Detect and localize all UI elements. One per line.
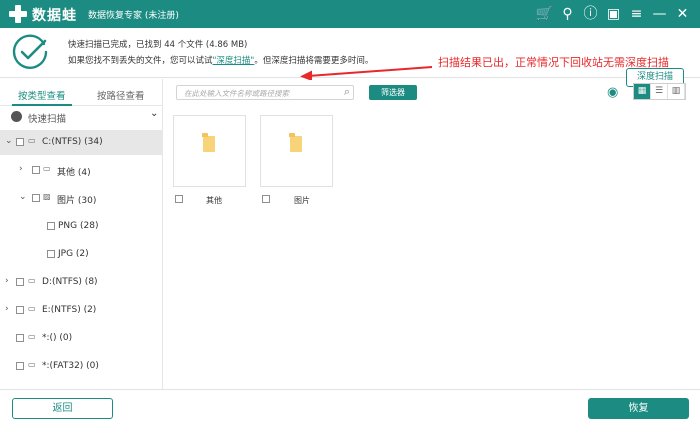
minimize-icon[interactable]: — [648,4,671,24]
chevron-right-icon[interactable]: › [5,276,9,286]
tree-item[interactable]: JPG (2) [0,242,163,267]
scan-summary: 快速扫描已完成，已找到 44 个文件 (4.86 MB) 如果您找不到丢失的文件… [0,28,700,87]
app-logo-icon [8,4,28,24]
restore-button[interactable]: 恢复 [588,398,689,419]
save-icon[interactable]: ▣ [602,4,625,24]
tree-item-label: D:(NTFS) (8) [42,277,98,287]
tree-item-label: *:(FAT32) (0) [42,361,99,371]
tree-item[interactable]: ▭ *:() (0) [0,326,163,351]
preview-eye-icon[interactable]: ◉ [607,85,618,100]
chevron-right-icon[interactable]: › [5,304,9,314]
file-grid: 其他 图片 [163,109,700,389]
folder-icon [202,133,215,152]
cart-icon[interactable]: 🛒 [533,4,556,24]
tree-checkbox[interactable] [16,306,24,314]
drive-icon: ▭ [28,276,36,285]
tree-item-label: C:(NTFS) (34) [42,137,103,147]
tree-checkbox[interactable] [16,362,24,370]
tree-checkbox[interactable] [32,166,40,174]
tree-item[interactable]: › ▭ D:(NTFS) (8) [0,270,163,295]
app-subtitle: 数据恢复专家 (未注册) [88,11,179,21]
file-checkbox[interactable] [175,195,183,203]
chevron-down-icon[interactable]: ⌄ [150,108,158,119]
tree-checkbox[interactable] [47,250,55,258]
scan-status-icon [11,111,22,122]
grid-view-icon[interactable]: ▦ [634,84,651,99]
scan-result-text: 快速扫描已完成，已找到 44 个文件 (4.86 MB) [68,40,248,50]
tree-checkbox[interactable] [32,194,40,202]
tab-by-type[interactable]: 按类型查看 [18,88,66,102]
file-thumbnail[interactable] [260,115,333,187]
tree-item-label: 图片 (30) [57,196,97,206]
tree-item-label: 其他 (4) [57,168,91,178]
tree-item-label: JPG (2) [58,249,89,259]
image-icon: ▨ [43,192,51,201]
tree-item-label: *:() (0) [42,333,73,343]
content-toolbar: 在此处输入文件名称或路径搜索 ⌕ 筛选器 ◉ ▦ ☰ ▥ [163,79,700,109]
filter-button[interactable]: 筛选器 [369,85,417,100]
footer-bar: 返回 恢复 [0,389,700,425]
file-thumbnail[interactable] [173,115,246,187]
back-button[interactable]: 返回 [12,398,113,419]
search-placeholder: 在此处输入文件名称或路径搜索 [184,89,289,98]
deep-scan-link[interactable]: "深度扫描" [213,56,255,66]
tree-item[interactable]: › ▭ 其他 (4) [0,158,163,183]
tree-checkbox[interactable] [16,278,24,286]
tree-checkbox[interactable] [16,138,24,146]
tab-by-path[interactable]: 按路径查看 [97,88,145,102]
search-icon[interactable]: ⌕ [344,85,350,99]
file-name: 图片 [294,196,310,205]
tree-item[interactable]: PNG (28) [0,214,163,239]
tree-item[interactable]: ▭ *:(FAT32) (0) [0,354,163,379]
search-input[interactable]: 在此处输入文件名称或路径搜索 ⌕ [176,85,354,100]
drive-icon: ▭ [28,332,36,341]
key-icon[interactable]: ⚲ [556,4,579,24]
list-view-icon[interactable]: ☰ [651,84,668,99]
chevron-down-icon[interactable]: ⌄ [19,192,27,202]
quick-scan-header[interactable]: 快速扫描 ⌄ [0,107,163,127]
close-icon[interactable]: ✕ [671,4,694,24]
tree-item[interactable]: ⌄ ▨ 图片 (30) [0,186,163,211]
menu-icon[interactable]: ≡ [625,4,648,24]
drive-icon: ▭ [28,136,36,145]
chevron-right-icon[interactable]: › [19,164,23,174]
sidebar-tabs: 按类型查看 按路径查看 [0,79,163,106]
folder-icon: ▭ [43,164,51,173]
chevron-down-icon[interactable]: ⌄ [5,136,13,146]
tree-item[interactable]: ⌄ ▭ C:(NTFS) (34) [0,130,163,155]
annotation-arrow-icon [300,66,433,80]
check-circle-icon [12,34,48,69]
active-tab-indicator [12,104,72,106]
title-bar: 数据蛙 数据恢复专家 (未注册) 🛒 ⚲ ⓘ ▣ ≡ — ✕ [0,0,700,28]
drive-icon: ▭ [28,304,36,313]
file-checkbox[interactable] [262,195,270,203]
help-icon[interactable]: ⓘ [579,4,602,24]
folder-icon [289,133,302,152]
file-name: 其他 [206,196,222,205]
tree-checkbox[interactable] [47,222,55,230]
app-brand: 数据蛙 [32,8,77,24]
scan-hint-prefix: 如果您找不到丢失的文件，您可以试试 [68,56,213,66]
tree-item-label: E:(NTFS) (2) [42,305,97,315]
quick-scan-label: 快速扫描 [28,114,67,125]
view-switcher: ▦ ☰ ▥ [633,83,686,100]
tree-item[interactable]: › ▭ E:(NTFS) (2) [0,298,163,323]
drive-icon: ▭ [28,360,36,369]
sidebar: 按类型查看 按路径查看 快速扫描 ⌄ ⌄ ▭ C:(NTFS) (34) › ▭ 其他 (… [0,79,163,389]
tree-item-label: PNG (28) [58,221,99,231]
detail-view-icon[interactable]: ▥ [668,84,685,99]
tree-checkbox[interactable] [16,334,24,342]
